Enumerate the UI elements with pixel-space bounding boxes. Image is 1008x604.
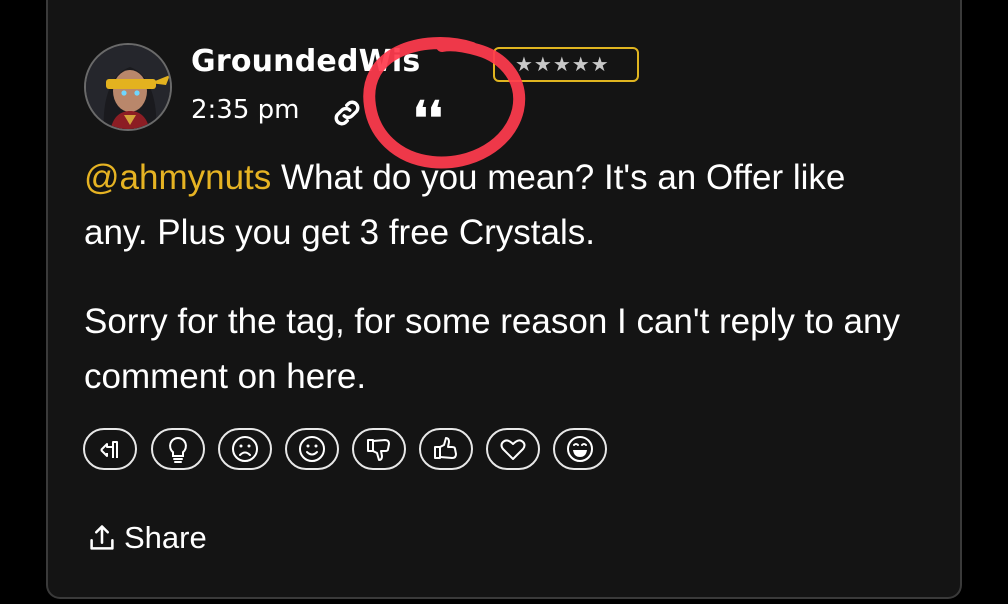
share-icon	[90, 525, 114, 550]
thumbs-down-icon	[367, 439, 390, 461]
insightful-icon	[169, 436, 187, 463]
sad-icon	[232, 436, 258, 462]
thumbs-up-icon	[434, 437, 457, 459]
post-paragraph-1: @ahmynuts What do you mean? It's an Offe…	[84, 150, 914, 260]
reaction-sad-button[interactable]	[218, 428, 272, 470]
permalink-button[interactable]	[330, 96, 364, 130]
avatar-image	[86, 45, 170, 129]
share-label: Share	[124, 520, 207, 555]
off-topic-icon	[100, 441, 118, 458]
author-name[interactable]: GroundedWis	[191, 44, 420, 79]
reaction-like-button[interactable]	[486, 428, 540, 470]
reaction-disagree-button[interactable]	[352, 428, 406, 470]
heart-icon	[500, 439, 526, 460]
reaction-off-topic-button[interactable]	[83, 428, 137, 470]
avatar[interactable]	[84, 43, 172, 131]
reaction-smile-button[interactable]	[285, 428, 339, 470]
post-body: @ahmynuts What do you mean? It's an Offe…	[84, 150, 914, 438]
share-button[interactable]: Share	[88, 518, 207, 558]
laugh-icon	[567, 436, 593, 462]
rank-badge: ★★★★★	[493, 47, 639, 82]
quote-button[interactable]: ❛❛	[413, 88, 447, 145]
reaction-agree-button[interactable]	[419, 428, 473, 470]
user-mention-link[interactable]: @ahmynuts	[84, 158, 271, 197]
link-icon	[334, 100, 360, 126]
post-timestamp[interactable]: 2:35 pm	[191, 95, 299, 125]
post-paragraph-2: Sorry for the tag, for some reason I can…	[84, 302, 900, 396]
reaction-insightful-button[interactable]	[151, 428, 205, 470]
smile-icon	[299, 436, 325, 462]
quote-icon: ❛❛	[413, 91, 443, 145]
reaction-lol-button[interactable]	[553, 428, 607, 470]
